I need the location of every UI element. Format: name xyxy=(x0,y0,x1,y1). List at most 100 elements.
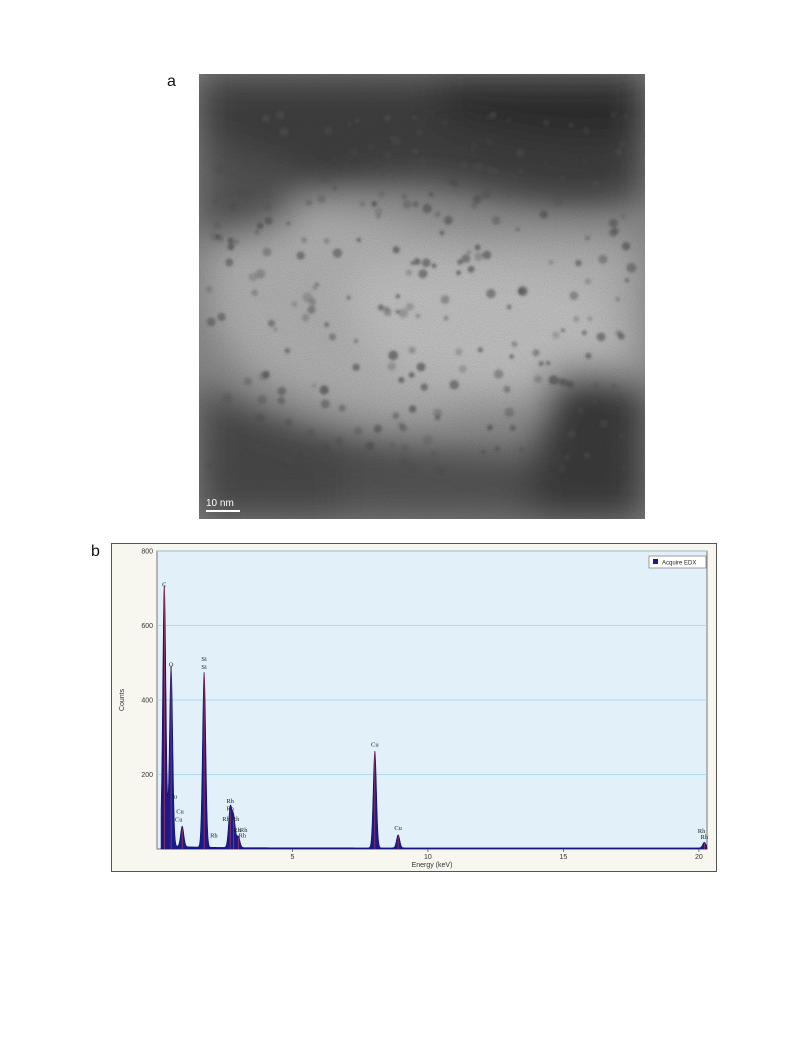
nanoparticle xyxy=(455,348,463,356)
nanoparticle xyxy=(442,119,449,126)
nanoparticle xyxy=(286,458,292,464)
nanoparticle xyxy=(239,429,245,434)
nanoparticle xyxy=(311,383,317,388)
nanoparticle xyxy=(205,286,213,293)
nanoparticle xyxy=(480,189,491,200)
nanoparticle xyxy=(471,141,478,149)
nanoparticle xyxy=(416,129,423,136)
nanoparticle xyxy=(320,174,330,184)
nanoparticle xyxy=(408,372,415,378)
nanoparticle xyxy=(474,252,484,262)
nanoparticle xyxy=(352,363,360,371)
nanoparticle xyxy=(377,304,385,311)
nanoparticle xyxy=(615,396,626,407)
nanoparticle xyxy=(405,269,412,276)
nanoparticle xyxy=(233,239,239,245)
nanoparticle xyxy=(608,218,618,228)
nanoparticle xyxy=(581,158,587,163)
nanoparticle xyxy=(239,150,244,156)
nanoparticle xyxy=(420,383,428,391)
nanoparticle xyxy=(411,114,417,120)
nanoparticle xyxy=(621,175,627,181)
nanoparticle xyxy=(324,322,330,328)
nanoparticle xyxy=(408,405,417,413)
nanoparticle xyxy=(440,295,450,304)
nanoparticle xyxy=(307,428,315,436)
nanoparticle xyxy=(615,148,623,156)
nanoparticle xyxy=(261,114,271,123)
nanoparticle xyxy=(319,385,329,395)
nanoparticle xyxy=(437,466,446,475)
nanoparticle xyxy=(402,200,412,209)
nanoparticle xyxy=(533,375,542,384)
nanoparticle xyxy=(552,331,560,339)
nanoparticle xyxy=(615,297,620,302)
nanoparticle xyxy=(418,269,428,279)
peak-label: Cu xyxy=(176,808,184,815)
nanoparticle xyxy=(373,424,383,433)
nanoparticle xyxy=(378,191,385,198)
nanoparticle xyxy=(262,247,272,257)
nanoparticle xyxy=(461,254,471,263)
nanoparticle xyxy=(407,461,418,472)
nanoparticle xyxy=(434,414,441,421)
peak-label: Rh xyxy=(239,833,247,840)
x-axis-label: Energy (keV) xyxy=(412,862,453,869)
nanoparticle xyxy=(389,442,395,448)
nanoparticle xyxy=(439,230,445,236)
nanoparticle xyxy=(278,465,285,473)
nanoparticle xyxy=(331,156,337,161)
nanoparticle xyxy=(456,270,461,276)
nanoparticle xyxy=(587,316,593,321)
nanoparticle xyxy=(480,449,486,455)
nanoparticle xyxy=(206,317,216,327)
peak-label: Cu xyxy=(175,817,183,824)
nanoparticle xyxy=(320,399,330,409)
nanoparticle xyxy=(593,382,599,388)
nanoparticle xyxy=(263,191,271,198)
nanoparticle xyxy=(417,157,427,167)
nanoparticle xyxy=(515,148,525,158)
nanoparticle xyxy=(575,259,582,267)
nanoparticle xyxy=(583,452,590,459)
nanoparticle xyxy=(278,125,284,130)
peak-label: Rh xyxy=(232,816,240,823)
peak-label: Si xyxy=(201,656,207,663)
nanoparticle xyxy=(568,123,574,128)
nanoparticle xyxy=(532,349,540,357)
nanoparticle xyxy=(405,302,414,311)
y-tick-label: 800 xyxy=(141,549,153,556)
nanoparticle xyxy=(388,350,399,361)
nanoparticle xyxy=(422,203,432,214)
nanoparticle xyxy=(590,180,601,190)
nanoparticle xyxy=(518,169,524,175)
panel-label-b: b xyxy=(91,543,100,560)
nanoparticle xyxy=(399,457,409,467)
nanoparticle xyxy=(206,462,215,471)
nanoparticle xyxy=(356,237,361,243)
nanoparticle xyxy=(296,251,305,260)
legend-label: Acquire EDX xyxy=(662,561,696,567)
y-tick-label: 200 xyxy=(141,772,153,779)
nanoparticle xyxy=(277,396,286,405)
nanoparticle xyxy=(491,216,501,225)
nanoparticle xyxy=(543,160,549,166)
tem-image xyxy=(199,74,645,519)
nanoparticle xyxy=(509,424,516,431)
nanoparticle xyxy=(584,278,592,285)
peak-label: Rh xyxy=(226,805,234,812)
nanoparticle xyxy=(545,361,551,366)
nanoparticle xyxy=(592,400,598,405)
y-tick-label: 600 xyxy=(141,623,153,630)
nanoparticle xyxy=(553,196,564,207)
nanoparticle xyxy=(559,175,566,182)
nanoparticle xyxy=(332,186,337,190)
nanoparticle xyxy=(229,202,237,210)
nanoparticle xyxy=(412,201,419,208)
nanoparticle xyxy=(383,151,392,160)
nanoparticle xyxy=(474,244,481,251)
nanoparticle xyxy=(623,113,629,119)
nanoparticle xyxy=(227,237,234,244)
nanoparticle xyxy=(222,392,233,403)
nanoparticle xyxy=(611,383,617,389)
